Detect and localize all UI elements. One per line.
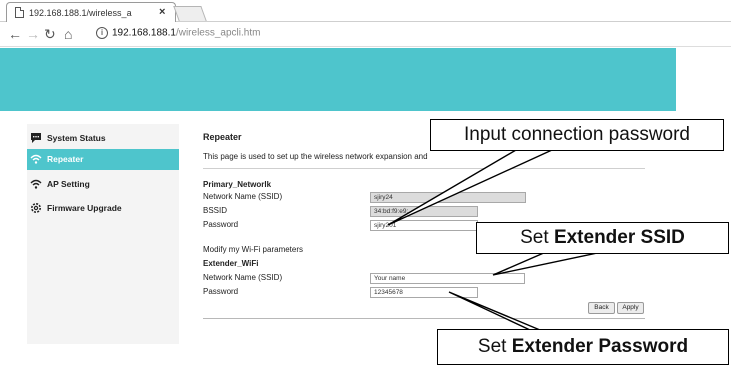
chat-icon bbox=[31, 133, 41, 143]
extender-ssid-label: Network Name (SSID) bbox=[203, 273, 283, 282]
wifi-icon bbox=[30, 154, 42, 164]
bssid-field: 34:bd:f9:e9: bbox=[370, 206, 478, 217]
tab-title: 192.168.188.1/wireless_a bbox=[29, 8, 132, 18]
page-description: This page is used to set up the wireless… bbox=[203, 152, 428, 161]
callout-password-bold: Extender Password bbox=[511, 336, 689, 357]
wifi-icon bbox=[30, 179, 42, 189]
page-icon bbox=[15, 7, 24, 18]
gear-icon bbox=[31, 203, 41, 213]
extender-password-label: Password bbox=[203, 287, 239, 296]
sidebar-item-label: Firmware Upgrade bbox=[47, 203, 122, 213]
url-path: /wireless_apcli.htm bbox=[175, 27, 261, 39]
info-icon[interactable]: i bbox=[96, 27, 108, 39]
modify-wifi-label: Modify my Wi-Fi parameters bbox=[203, 245, 304, 254]
primary-ssid-label: Network Name (SSID) bbox=[203, 192, 283, 201]
callout-ssid-bold: Extender SSID bbox=[553, 227, 685, 248]
address-bar[interactable]: i 192.168.188.1/wireless_apcli.htm bbox=[96, 27, 260, 39]
sidebar-item-firmware-upgrade[interactable]: Firmware Upgrade bbox=[27, 198, 179, 219]
page-root: 192.168.188.1/wireless_a × ← → ↻ ⌂ i 192.… bbox=[0, 0, 731, 367]
callout-ssid-prefix: Set bbox=[520, 227, 554, 248]
primary-password-label: Password bbox=[203, 220, 239, 229]
url-host: 192.168.188.1 bbox=[112, 27, 176, 39]
primary-network-heading: Primary_Networlk bbox=[203, 180, 272, 189]
callout-password-prefix: Set bbox=[477, 336, 512, 357]
browser-nav-bar: ← → ↻ ⌂ i 192.168.188.1/wireless_apcli.ht… bbox=[0, 23, 731, 47]
primary-password-input[interactable]: sjiry201 bbox=[370, 220, 478, 231]
extender-wifi-heading: Extender_WiFi bbox=[203, 259, 259, 268]
sidebar-item-repeater[interactable]: Repeater bbox=[27, 149, 179, 170]
page-title: Repeater bbox=[203, 132, 242, 142]
browser-tab-bar: 192.168.188.1/wireless_a × bbox=[0, 0, 731, 22]
sidebar-item-label: AP Setting bbox=[47, 179, 90, 189]
sidebar-item-label: System Status bbox=[47, 133, 106, 143]
reload-icon[interactable]: ↻ bbox=[44, 26, 56, 42]
callout-set-password: Set Extender Password bbox=[437, 329, 729, 365]
bssid-label: BSSID bbox=[203, 206, 228, 215]
header-banner bbox=[0, 48, 676, 111]
home-icon[interactable]: ⌂ bbox=[64, 26, 72, 42]
primary-ssid-field: sjiry24 bbox=[370, 192, 526, 203]
sidebar-item-system-status[interactable]: System Status bbox=[27, 128, 179, 149]
callout-set-ssid: Set Extender SSID bbox=[476, 222, 729, 254]
back-arrow-icon[interactable]: ← bbox=[8, 26, 22, 42]
apply-button[interactable]: Apply bbox=[617, 302, 644, 314]
forward-arrow-icon[interactable]: → bbox=[26, 26, 40, 42]
browser-tab[interactable]: 192.168.188.1/wireless_a × bbox=[6, 2, 176, 22]
sidebar: System Status Repeater AP Setting Firmwa… bbox=[27, 124, 179, 344]
new-tab-button[interactable] bbox=[173, 6, 207, 21]
callout-input-password: Input connection password bbox=[430, 119, 724, 151]
tab-close-icon[interactable]: × bbox=[159, 6, 165, 18]
divider bbox=[203, 168, 645, 169]
extender-ssid-input[interactable]: Your name bbox=[370, 273, 525, 284]
back-button[interactable]: Back bbox=[588, 302, 615, 314]
extender-password-input[interactable]: 12345678 bbox=[370, 287, 478, 298]
sidebar-item-ap-setting[interactable]: AP Setting bbox=[27, 174, 179, 195]
divider bbox=[203, 318, 645, 319]
sidebar-item-label: Repeater bbox=[47, 154, 84, 164]
